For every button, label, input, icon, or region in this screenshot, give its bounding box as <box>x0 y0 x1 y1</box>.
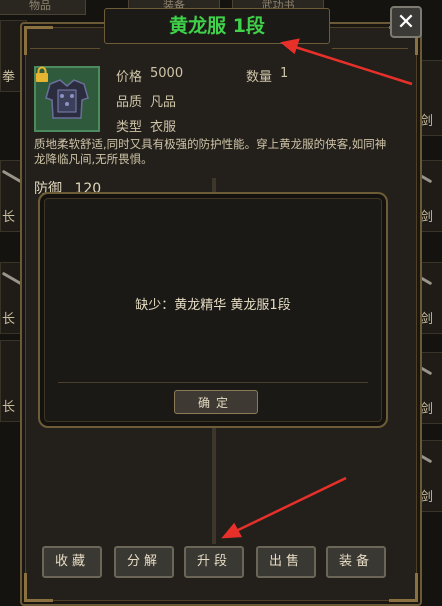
arrow-to-upgrade <box>221 476 347 539</box>
annotation-arrows <box>221 38 413 539</box>
arrow-to-title <box>280 38 413 86</box>
